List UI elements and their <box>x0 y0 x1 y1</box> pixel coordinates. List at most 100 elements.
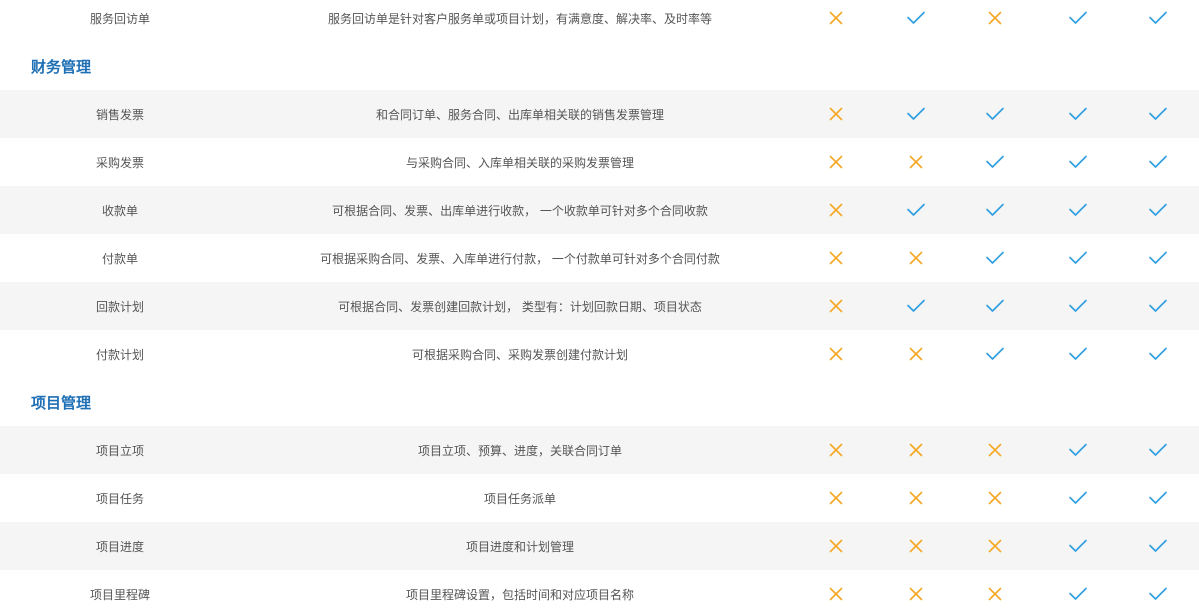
edition-3-support <box>955 426 1035 474</box>
edition-5-support <box>1118 0 1198 42</box>
edition-1-support <box>796 426 876 474</box>
feature-description: 项目任务派单 <box>483 491 556 506</box>
feature-description: 可根据采购合同、采购发票创建付款计划 <box>411 347 628 362</box>
edition-5-support <box>1118 282 1198 330</box>
check-icon <box>907 107 925 120</box>
check-icon <box>1069 443 1087 456</box>
edition-1-support <box>796 0 876 42</box>
edition-4-support <box>1038 426 1118 474</box>
edition-2-support <box>876 570 956 616</box>
table-row: 回款计划 可根据合同、发票创建回款计划， 类型有：计划回款日期、项目状态 <box>0 282 1199 330</box>
cross-icon <box>909 347 923 361</box>
edition-4-support <box>1038 330 1118 378</box>
check-icon <box>907 299 925 312</box>
edition-5-support <box>1118 138 1198 186</box>
check-icon <box>1149 539 1167 552</box>
edition-1-support <box>796 330 876 378</box>
check-icon <box>986 203 1004 216</box>
edition-5-support <box>1118 330 1198 378</box>
cross-icon <box>829 443 843 457</box>
cross-icon <box>909 539 923 553</box>
edition-3-support <box>955 474 1035 522</box>
edition-1-support <box>796 186 876 234</box>
edition-2-support <box>876 0 956 42</box>
check-icon <box>1149 155 1167 168</box>
edition-2-support <box>876 282 956 330</box>
feature-name: 收款单 <box>101 203 138 218</box>
feature-description: 可根据合同、发票创建回款计划， 类型有：计划回款日期、项目状态 <box>338 299 702 314</box>
cross-icon <box>829 587 843 601</box>
feature-description: 与采购合同、入库单相关联的采购发票管理 <box>405 155 634 170</box>
table-row: 服务回访单 服务回访单是针对客户服务单或项目计划，有满意度、解决率、及时率等 <box>0 0 1199 42</box>
cross-icon <box>909 251 923 265</box>
feature-description: 项目立项、预算、进度，关联合同订单 <box>417 443 622 458</box>
edition-2-support <box>876 234 956 282</box>
edition-4-support <box>1038 90 1118 138</box>
cross-icon <box>909 587 923 601</box>
feature-name: 销售发票 <box>95 107 144 122</box>
check-icon <box>1069 587 1087 600</box>
cross-icon <box>829 11 843 25</box>
edition-1-support <box>796 570 876 616</box>
feature-description: 和合同订单、服务合同、出库单相关联的销售发票管理 <box>375 107 664 122</box>
edition-3-support <box>955 330 1035 378</box>
check-icon <box>1069 251 1087 264</box>
cross-icon <box>829 251 843 265</box>
feature-description: 项目里程碑设置，包括时间和对应项目名称 <box>405 587 634 602</box>
section-title: 项目管理 <box>31 393 92 412</box>
edition-5-support <box>1118 90 1198 138</box>
cross-icon <box>988 443 1002 457</box>
cross-icon <box>988 11 1002 25</box>
check-icon <box>1149 203 1167 216</box>
feature-name: 采购发票 <box>95 155 144 170</box>
edition-3-support <box>955 282 1035 330</box>
feature-name: 回款计划 <box>95 299 144 314</box>
table-row: 项目立项 项目立项、预算、进度，关联合同订单 <box>0 426 1199 474</box>
check-icon <box>986 107 1004 120</box>
edition-5-support <box>1118 186 1198 234</box>
check-icon <box>1149 251 1167 264</box>
cross-icon <box>909 443 923 457</box>
edition-2-support <box>876 522 956 570</box>
check-icon <box>1069 11 1087 24</box>
edition-1-support <box>796 474 876 522</box>
feature-name: 项目里程碑 <box>89 587 150 602</box>
feature-name: 项目任务 <box>95 491 144 506</box>
edition-3-support <box>955 234 1035 282</box>
check-icon <box>986 347 1004 360</box>
edition-3-support <box>955 522 1035 570</box>
feature-description: 服务回访单是针对客户服务单或项目计划，有满意度、解决率、及时率等 <box>327 11 712 26</box>
check-icon <box>1069 107 1087 120</box>
edition-2-support <box>876 138 956 186</box>
table-row: 项目进度 项目进度和计划管理 <box>0 522 1199 570</box>
feature-name: 项目进度 <box>95 539 144 554</box>
edition-2-support <box>876 474 956 522</box>
edition-4-support <box>1038 186 1118 234</box>
edition-1-support <box>796 282 876 330</box>
check-icon <box>1069 203 1087 216</box>
feature-description: 可根据合同、发票、出库单进行收款， 一个收款单可针对多个合同收款 <box>332 203 708 218</box>
feature-name: 项目立项 <box>95 443 144 458</box>
check-icon <box>907 203 925 216</box>
section-title: 财务管理 <box>31 57 92 76</box>
cross-icon <box>988 587 1002 601</box>
check-icon <box>1149 491 1167 504</box>
edition-2-support <box>876 330 956 378</box>
check-icon <box>986 299 1004 312</box>
edition-4-support <box>1038 474 1118 522</box>
edition-3-support <box>955 0 1035 42</box>
feature-name: 服务回访单 <box>89 11 150 26</box>
edition-4-support <box>1038 570 1118 616</box>
check-icon <box>1069 299 1087 312</box>
cross-icon <box>829 347 843 361</box>
check-icon <box>1069 539 1087 552</box>
feature-description: 可根据采购合同、发票、入库单进行付款， 一个付款单可针对多个合同付款 <box>320 251 720 266</box>
section-header: 项目管理 <box>0 378 1199 426</box>
check-icon <box>1069 155 1087 168</box>
table-row: 收款单 可根据合同、发票、出库单进行收款， 一个收款单可针对多个合同收款 <box>0 186 1199 234</box>
check-icon <box>1149 299 1167 312</box>
cross-icon <box>829 155 843 169</box>
feature-name: 付款计划 <box>95 347 144 362</box>
table-row: 采购发票 与采购合同、入库单相关联的采购发票管理 <box>0 138 1199 186</box>
edition-4-support <box>1038 0 1118 42</box>
